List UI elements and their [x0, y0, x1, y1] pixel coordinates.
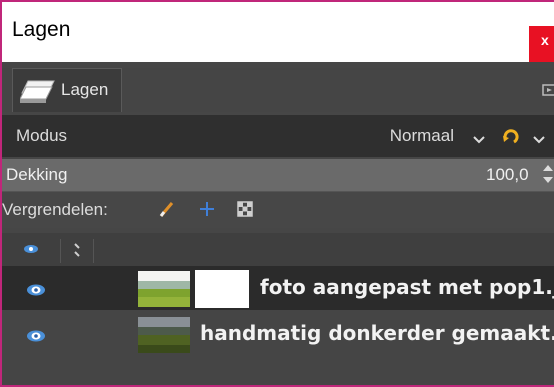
- tab-strip: Lagen: [2, 68, 554, 112]
- lock-position-icon[interactable]: [198, 200, 216, 222]
- opacity-label: Dekking: [6, 165, 68, 184]
- tab-layers[interactable]: Lagen: [12, 68, 122, 112]
- close-icon: x: [541, 32, 549, 48]
- chevron-down-icon: [472, 130, 486, 149]
- layer-name[interactable]: foto aangepast met pop1.jp: [260, 275, 554, 299]
- opacity-value[interactable]: 100,0: [486, 165, 529, 185]
- spin-arrows-icon[interactable]: [543, 163, 554, 189]
- lock-label: Vergrendelen:: [2, 200, 108, 219]
- layer-row[interactable]: foto aangepast met pop1.jp: [2, 266, 554, 310]
- layer-thumbnail: [138, 317, 190, 353]
- layers-list-header: [2, 233, 554, 266]
- visibility-column-header[interactable]: [20, 241, 50, 261]
- layers-dialog: Lagen x Lagen Modus Normaal Dekking 100,…: [0, 0, 554, 387]
- eye-icon[interactable]: [24, 328, 48, 347]
- close-button[interactable]: x: [529, 26, 554, 62]
- lock-pixels-icon[interactable]: [158, 200, 176, 222]
- mode-select[interactable]: Normaal: [362, 121, 492, 151]
- chevron-down-icon: [532, 130, 546, 149]
- chain-icon: [61, 243, 93, 265]
- tab-menu-icon[interactable]: [542, 82, 554, 101]
- eye-icon: [20, 241, 42, 260]
- composite-mode-icon: [500, 126, 522, 152]
- layer-row[interactable]: handmatig donkerder gemaakt.jp: [2, 312, 554, 356]
- tab-label: Lagen: [61, 80, 109, 99]
- layer-thumbnail: [138, 271, 190, 307]
- mode-row: Modus Normaal: [2, 115, 554, 157]
- window-title: Lagen: [12, 18, 71, 41]
- layer-name[interactable]: handmatig donkerder gemaakt.jp: [200, 321, 554, 345]
- layer-mask-thumbnail[interactable]: [195, 270, 249, 308]
- mode-value: Normaal: [389, 126, 454, 145]
- title-bar: Lagen x: [2, 2, 554, 62]
- link-column-header[interactable]: [60, 239, 94, 263]
- composite-mode-button[interactable]: [498, 123, 554, 151]
- lock-row: Vergrendelen:: [2, 192, 554, 228]
- mode-label: Modus: [16, 126, 68, 145]
- eye-icon[interactable]: [24, 282, 48, 301]
- opacity-row[interactable]: Dekking 100,0: [2, 159, 554, 192]
- layers-icon: [19, 77, 56, 109]
- lock-alpha-icon[interactable]: [236, 200, 254, 222]
- layers-list: foto aangepast met pop1.jp handmatig don…: [2, 266, 554, 385]
